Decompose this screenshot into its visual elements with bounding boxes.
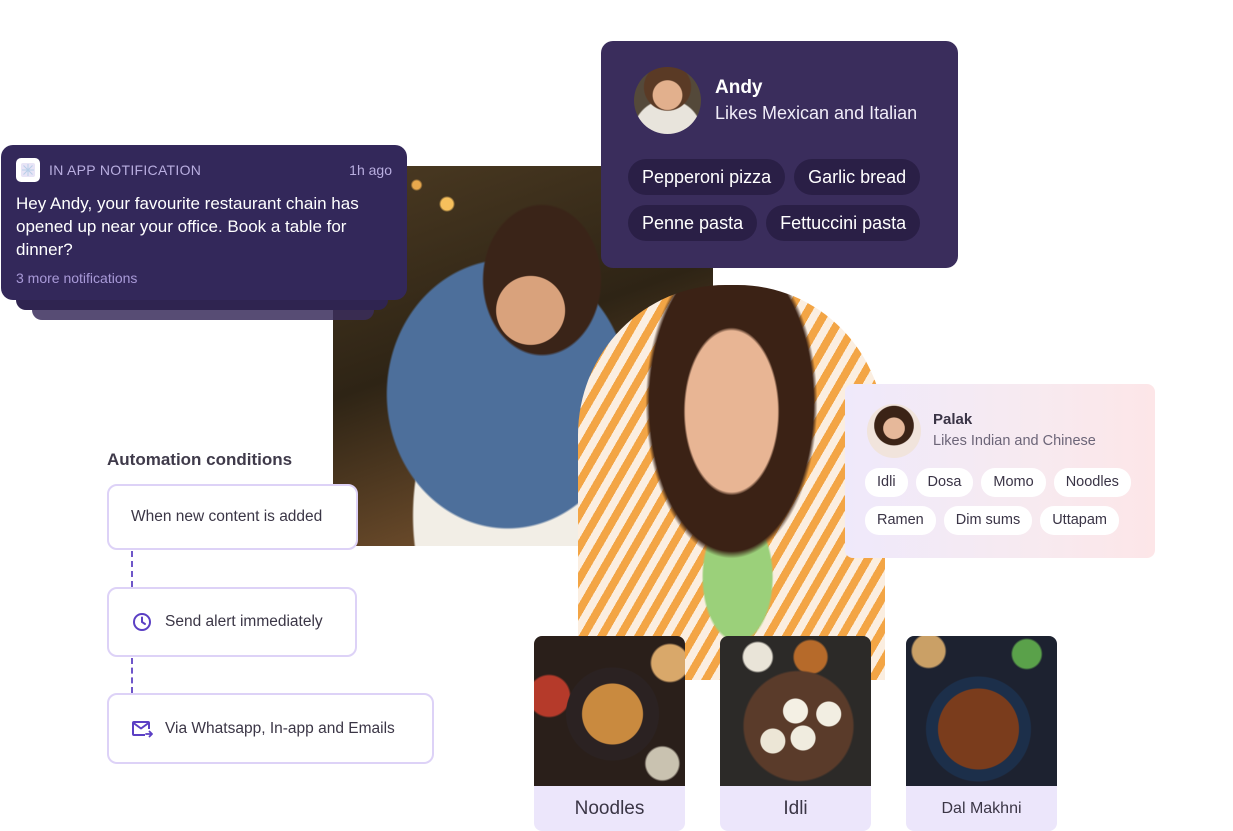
dish-chip[interactable]: Penne pasta — [628, 205, 758, 241]
profile-likes: Likes Mexican and Italian — [715, 102, 918, 123]
profile-likes: Likes Indian and Chinese — [933, 433, 1096, 449]
clock-icon — [131, 611, 153, 633]
step-connector — [131, 551, 133, 587]
app-icon — [16, 158, 40, 182]
food-image — [534, 636, 685, 786]
avatar — [867, 404, 921, 458]
profile-name: Andy — [715, 76, 763, 98]
step-connector — [131, 658, 133, 693]
dish-chip[interactable]: Dim sums — [943, 506, 1033, 535]
dish-chip[interactable]: Ramen — [865, 506, 936, 535]
food-card-idli[interactable]: Idli — [720, 636, 871, 831]
dish-chip[interactable]: Noodles — [1053, 468, 1131, 497]
in-app-notification[interactable]: IN APP NOTIFICATION 1h ago Hey Andy, you… — [1, 145, 407, 300]
mail-send-icon — [131, 718, 153, 740]
andy-profile-card: Andy Likes Mexican and Italian Pepperoni… — [601, 41, 958, 268]
step-label: Via Whatsapp, In-app and Emails — [165, 719, 395, 737]
step-label: When new content is added — [131, 508, 323, 525]
dish-chip[interactable]: Fettuccini pasta — [766, 205, 921, 241]
dish-chip[interactable]: Garlic bread — [794, 159, 921, 195]
food-image — [720, 636, 871, 786]
palak-profile-card: Palak Likes Indian and Chinese Idli Dosa… — [845, 384, 1155, 558]
dish-chip[interactable]: Uttapam — [1040, 506, 1120, 535]
profile-name: Palak — [933, 411, 973, 428]
step-label: Send alert immediately — [165, 613, 323, 630]
condition-step-timing[interactable]: Send alert immediately — [107, 587, 357, 657]
notification-time: 1h ago — [349, 162, 392, 178]
food-label: Noodles — [534, 786, 685, 831]
notification-type: IN APP NOTIFICATION — [49, 162, 202, 178]
automation-title: Automation conditions — [107, 450, 293, 469]
food-label: Idli — [720, 786, 871, 831]
condition-step-trigger[interactable]: When new content is added — [107, 484, 358, 550]
dish-chip[interactable]: Pepperoni pizza — [628, 159, 786, 195]
avatar — [634, 67, 701, 134]
food-label: Dal Makhni — [906, 786, 1057, 831]
food-image — [906, 636, 1057, 786]
food-card-dal-makhni[interactable]: Dal Makhni — [906, 636, 1057, 831]
dish-chip[interactable]: Dosa — [915, 468, 974, 497]
food-card-noodles[interactable]: Noodles — [534, 636, 685, 831]
dish-chip[interactable]: Momo — [981, 468, 1046, 497]
more-notifications-link[interactable]: 3 more notifications — [16, 270, 392, 286]
condition-step-channels[interactable]: Via Whatsapp, In-app and Emails — [107, 693, 434, 764]
notification-message: Hey Andy, your favourite restaurant chai… — [16, 194, 359, 259]
woman-eating-salad-photo — [578, 285, 885, 680]
dish-chip[interactable]: Idli — [865, 468, 908, 497]
